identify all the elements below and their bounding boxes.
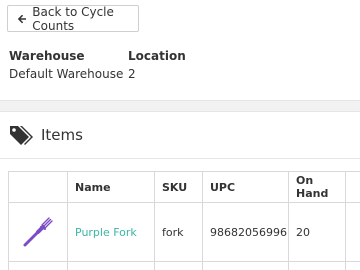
back-to-cycle-counts-button[interactable]: Back to Cycle Counts [7,4,139,33]
items-title: Items [41,126,83,144]
back-button-label: Back to Cycle Counts [32,4,114,33]
warehouse-value: Default Warehouse [9,67,124,81]
column-header-upc[interactable]: UPC [203,172,289,202]
section-separator [0,100,360,112]
table-row-partial [9,262,360,270]
partial-cell [9,262,68,270]
cycle-count-page: Back to Cycle Counts Warehouse Default W… [0,0,360,270]
items-section-header: Items [9,124,83,146]
item-on-hand-cell: 20 [289,203,346,261]
location-label: Location [128,49,186,63]
items-table: Name SKU UPC On Hand Purple Fork fork 98… [8,171,360,270]
partial-cell [289,262,346,270]
purple-fork-image [23,217,53,247]
table-row: Purple Fork fork 98682056996 20 [9,203,360,262]
tags-icon [10,126,33,145]
partial-cell [346,262,360,270]
item-upc-cell: 98682056996 [203,203,289,261]
partial-cell [68,262,155,270]
item-name-link[interactable]: Purple Fork [75,226,137,239]
item-name-cell: Purple Fork [68,203,155,261]
location-value: 2 [128,67,136,81]
arrow-left-icon [18,14,27,23]
column-header-on-hand[interactable]: On Hand [289,172,346,202]
item-image-cell [9,203,68,261]
column-header-image [9,172,68,202]
partial-cell [155,262,203,270]
column-header-sku[interactable]: SKU [155,172,203,202]
column-header-name[interactable]: Name [68,172,155,202]
column-header-extra [346,172,360,202]
details-panel: Back to Cycle Counts Warehouse Default W… [0,0,360,100]
table-header-row: Name SKU UPC On Hand [9,172,360,203]
divider [0,158,360,159]
warehouse-label: Warehouse [9,49,85,63]
partial-cell [203,262,289,270]
item-sku-cell: fork [155,203,203,261]
item-extra-cell [346,203,360,261]
